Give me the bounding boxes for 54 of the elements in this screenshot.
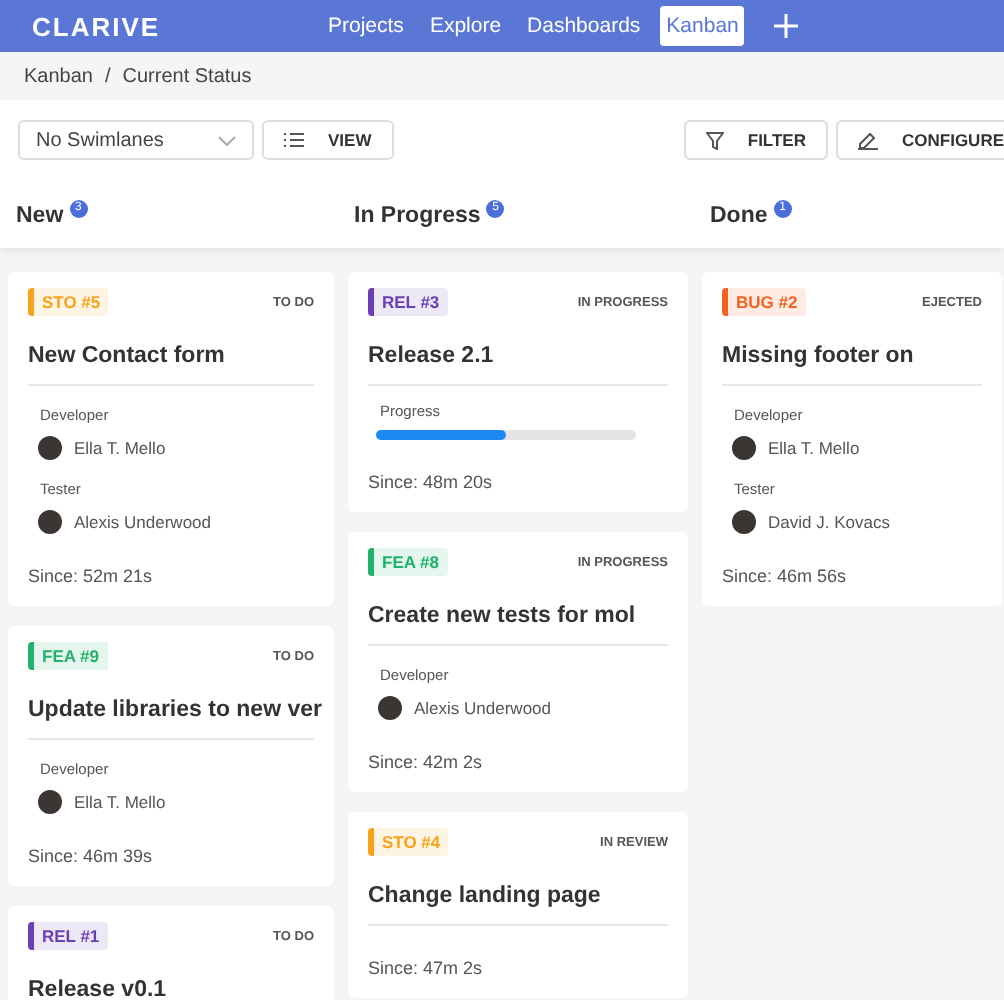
nav-link[interactable]: Explore — [423, 6, 508, 46]
since-time: Since: 48m 20s — [368, 472, 495, 492]
chevron-down-icon — [218, 135, 236, 145]
breadcrumb-current: Current Status — [122, 65, 252, 87]
issue-tag: REL #1 — [28, 922, 108, 950]
avatar-icon — [732, 436, 756, 460]
avatar-icon — [38, 436, 62, 460]
since-time: Since: 47m 2s — [368, 958, 485, 978]
avatar-icon — [378, 696, 402, 720]
since-time: Since: 52m 21s — [28, 566, 155, 586]
column-title: In Progress — [354, 204, 481, 228]
pencil-icon — [858, 130, 878, 150]
person-name: Ella T. Mello — [74, 438, 166, 458]
card-title: Release v0.1 — [28, 978, 314, 1000]
issue-tag: FEA #8 — [368, 548, 448, 576]
column-title: New — [16, 204, 64, 228]
avatar-icon — [38, 790, 62, 814]
card-title: New Contact form — [28, 344, 314, 386]
person-name: Alexis Underwood — [74, 512, 212, 532]
count-badge: 5 — [486, 200, 505, 218]
count-badge: 3 — [69, 200, 88, 218]
card-title: Missing footer on — [722, 344, 982, 386]
nav-link[interactable]: Dashboards — [521, 6, 647, 46]
since-time: Since: 46m 39s — [28, 846, 155, 866]
column-title: Done — [710, 204, 768, 228]
issue-tag: STO #5 — [28, 288, 109, 316]
issue-tag: STO #4 — [368, 828, 449, 856]
issue-tag: FEA #9 — [28, 642, 108, 670]
card-title: Create new tests for mol — [368, 604, 668, 646]
since-time: Since: 42m 2s — [368, 752, 485, 772]
filter-icon — [705, 131, 724, 149]
brand-logo: CLARIVE — [32, 11, 163, 41]
person-name: David J. Kovacs — [768, 512, 890, 532]
since-time: Since: 46m 56s — [722, 566, 849, 586]
avatar-icon — [38, 510, 62, 534]
person-name: Ella T. Mello — [768, 438, 860, 458]
breadcrumb-link[interactable]: Kanban — [24, 65, 93, 87]
list-icon — [284, 132, 304, 148]
card-title: Change landing page — [368, 884, 668, 926]
nav-link[interactable]: Kanban — [660, 6, 745, 46]
count-badge: 1 — [773, 200, 792, 218]
avatar-icon — [732, 510, 756, 534]
card-title: Release 2.1 — [368, 344, 668, 386]
person-name: Alexis Underwood — [414, 698, 552, 718]
filter-button[interactable]: FILTER — [683, 120, 828, 160]
issue-tag: BUG #2 — [722, 288, 806, 316]
nav-link[interactable]: Projects — [322, 6, 410, 46]
issue-tag: REL #3 — [368, 288, 448, 316]
view-button[interactable]: VIEW — [262, 120, 394, 160]
configure-button[interactable]: CONFIGURE — [836, 120, 1004, 160]
plus-icon[interactable] — [774, 14, 799, 38]
swimlane-select[interactable]: No Swimlanes — [18, 120, 254, 160]
person-name: Ella T. Mello — [74, 792, 166, 812]
breadcrumb-separator: / — [104, 65, 111, 87]
